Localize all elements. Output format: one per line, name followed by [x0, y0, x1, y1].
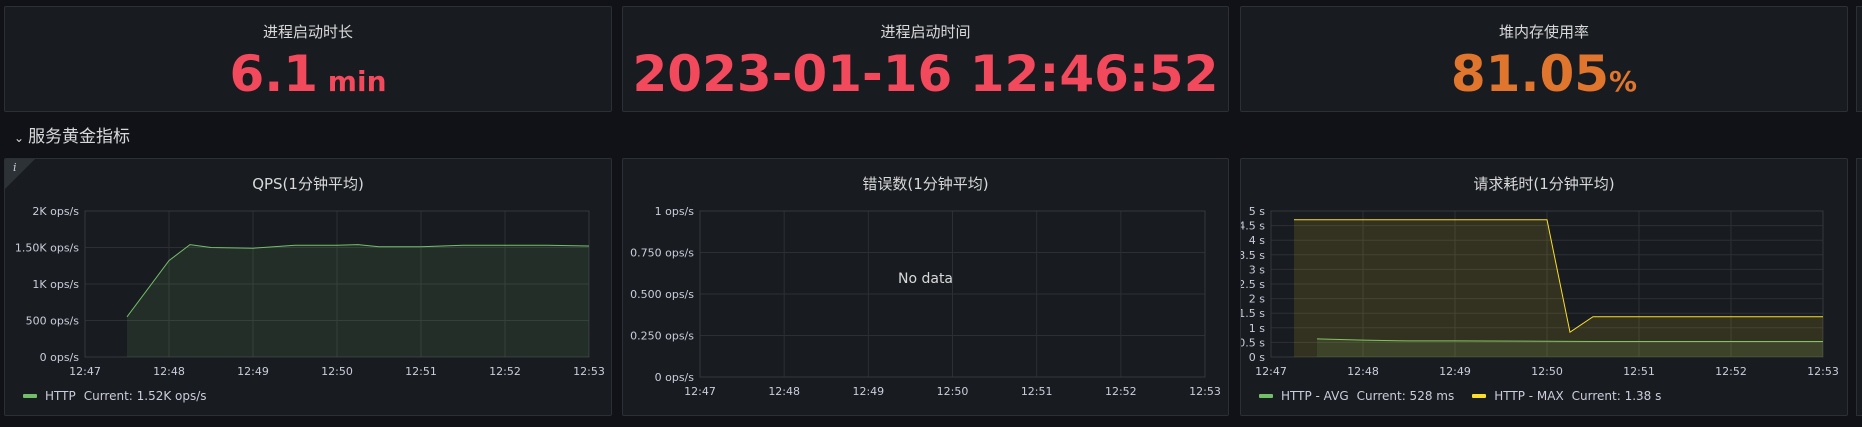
y-tick-label: 500 ops/s [26, 315, 80, 328]
y-tick-label: 0.250 ops/s [630, 330, 694, 343]
x-tick-label: 12:48 [768, 385, 800, 398]
y-tick-label: 3.5 s [1241, 249, 1265, 262]
x-tick-label: 12:50 [937, 385, 969, 398]
stat-value: 81.05% [1241, 47, 1847, 102]
stat-title: 堆内存使用率 [1498, 23, 1589, 41]
legend-name: HTTP - MAX [1494, 389, 1564, 403]
y-tick-label: 0 ops/s [40, 351, 80, 364]
legend-item[interactable]: HTTP - AVG Current: 528 ms [1259, 389, 1454, 403]
stat-title: 进程启动时长 [262, 23, 353, 41]
stat-unit: min [327, 65, 387, 98]
series-area [127, 244, 589, 357]
stat-panel-uptime[interactable]: 进程启动时长 6.1 min [4, 6, 612, 112]
x-tick-label: 12:49 [852, 385, 884, 398]
x-tick-label: 12:48 [1347, 365, 1379, 378]
y-tick-label: 4.5 s [1241, 220, 1265, 233]
stat-value: 2023-01-16 12:46:52 [632, 45, 1219, 103]
stat-number: 6.1 [229, 45, 319, 103]
y-tick-label: 1.5 s [1241, 307, 1265, 320]
x-tick-label: 12:53 [573, 365, 605, 378]
legend: HTTP - AVG Current: 528 ms HTTP - MAX Cu… [1259, 389, 1661, 403]
graph-panel-qps[interactable]: i QPS(1分钟平均) 0 ops/s 500 ops/s 1K ops/s 1.5… [4, 158, 612, 416]
stat-value: 6.1 min [5, 47, 611, 102]
x-tick-label: 12:50 [321, 365, 353, 378]
legend: HTTP Current: 1.52K ops/s [23, 389, 207, 403]
graph-panel-latency[interactable]: 请求耗时(1分钟平均) 0 s0.5 s1 s1.5 s2 s2.5 s3 s3… [1240, 158, 1848, 416]
x-tick-label: 12:53 [1807, 365, 1839, 378]
latency-chart[interactable]: 0 s 0.5 s1 s 1.5 s2 s 2.5 s 3 s3.5 s 4 s4.5 s… [1241, 159, 1848, 379]
stat-title: 进程启动时间 [880, 23, 971, 41]
legend-name: HTTP - AVG [1281, 389, 1349, 403]
x-tick-label: 12:47 [69, 365, 101, 378]
stat-unit: % [1609, 65, 1638, 98]
row-title: 服务黄金指标 [28, 127, 131, 147]
x-tick-label: 12:51 [405, 365, 437, 378]
x-tick-label: 12:49 [1439, 365, 1471, 378]
legend-item[interactable]: HTTP Current: 1.52K ops/s [23, 389, 207, 403]
x-tick-label: 12:53 [1189, 385, 1221, 398]
panel-edge [1856, 158, 1862, 416]
y-tick-label: 2.5 s [1241, 278, 1265, 291]
legend-item[interactable]: HTTP - MAX Current: 1.38 s [1472, 389, 1661, 403]
y-tick-label: 2K ops/s [32, 205, 79, 218]
graph-panel-errors[interactable]: 错误数(1分钟平均) 0 ops/s 0.250 ops/s 0.500 ops/s… [622, 158, 1229, 416]
y-tick-label: 1 s [1249, 322, 1265, 335]
y-tick-label: 0 s [1249, 351, 1265, 364]
x-tick-label: 12:47 [684, 385, 716, 398]
legend-current: Current: 528 ms [1356, 389, 1455, 403]
y-tick-label: 1 ops/s [655, 205, 695, 218]
legend-swatch [1472, 394, 1487, 398]
legend-swatch [23, 394, 37, 398]
legend-swatch [1259, 394, 1273, 398]
y-tick-label: 2 s [1249, 293, 1265, 306]
y-tick-label: 0.500 ops/s [630, 288, 694, 301]
errors-chart[interactable]: 0 ops/s 0.250 ops/s 0.500 ops/s 0.750 ops/s… [623, 159, 1229, 416]
y-tick-label: 4 s [1249, 234, 1265, 247]
x-tick-label: 12:49 [237, 365, 269, 378]
stat-panel-heap-usage[interactable]: 堆内存使用率 81.05% [1240, 6, 1848, 112]
legend-current: Current: 1.52K ops/s [83, 389, 207, 403]
y-tick-label: 3 s [1249, 263, 1265, 276]
x-tick-label: 12:50 [1531, 365, 1563, 378]
stat-panel-start-time[interactable]: 进程启动时间 2023-01-16 12:46:52 [622, 6, 1229, 112]
x-tick-label: 12:47 [1255, 365, 1287, 378]
x-tick-label: 12:52 [1715, 365, 1747, 378]
panel-edge [1856, 6, 1862, 112]
y-tick-label: 5 s [1249, 205, 1265, 218]
x-tick-label: 12:51 [1623, 365, 1655, 378]
no-data-label: No data [897, 271, 954, 287]
x-tick-label: 12:52 [1105, 385, 1137, 398]
x-tick-label: 12:51 [1021, 385, 1053, 398]
stat-number: 81.05 [1450, 45, 1610, 103]
legend-name: HTTP [45, 389, 76, 403]
y-tick-label: 1K ops/s [32, 278, 79, 291]
x-tick-label: 12:52 [489, 365, 521, 378]
y-tick-label: 0 ops/s [655, 371, 695, 384]
qps-chart[interactable]: 0 ops/s 500 ops/s 1K ops/s 1.50K ops/s 2K op… [5, 159, 612, 379]
chevron-down-icon: ⌄ [14, 131, 25, 145]
legend-current: Current: 1.38 s [1571, 389, 1662, 403]
row-header[interactable]: ⌄ 服务黄金指标 [14, 122, 130, 147]
x-tick-label: 12:48 [153, 365, 185, 378]
y-tick-label: 0.5 s [1241, 336, 1265, 349]
y-tick-label: 0.750 ops/s [630, 247, 694, 260]
y-tick-label: 1.50K ops/s [15, 242, 79, 255]
